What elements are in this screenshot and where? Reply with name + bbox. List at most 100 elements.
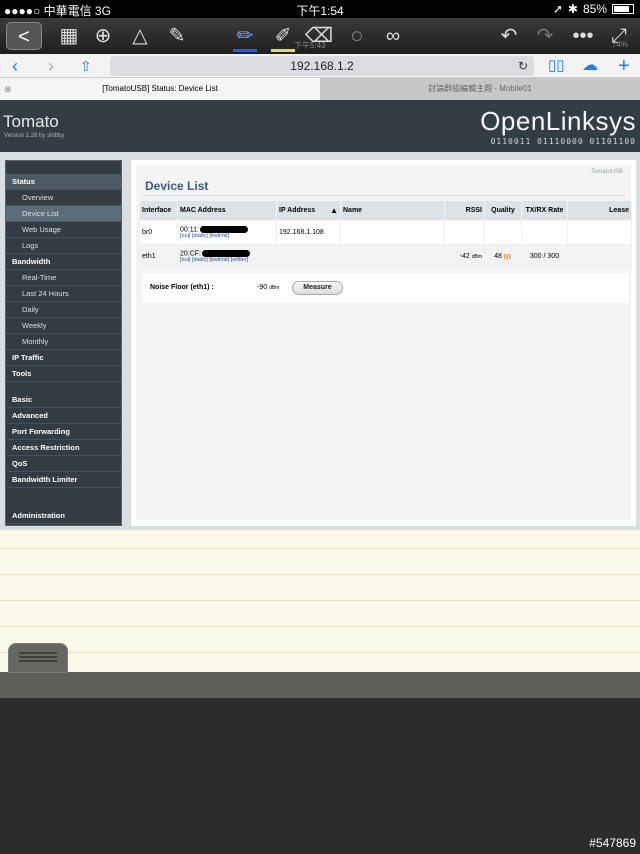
mac-links[interactable]: [oui] [static] [bwlimit] [wfilter]	[180, 257, 274, 263]
col-name[interactable]: Name	[340, 200, 445, 221]
nav-daily[interactable]: Daily	[6, 302, 121, 318]
bookmarks-icon[interactable]: ▯▯	[548, 55, 565, 77]
col-lease[interactable]: Lease	[567, 200, 632, 221]
browser-back-icon[interactable]: ‹	[12, 55, 18, 77]
noise-floor-label: Noise Floor (eth1) :	[150, 284, 214, 291]
url-text: 192.168.1.2	[290, 59, 354, 73]
watermark: #547869	[589, 836, 636, 850]
rssi-value: -42	[459, 253, 470, 260]
edit-icon[interactable]: ✎	[160, 22, 194, 50]
nav-bandwidth[interactable]: Bandwidth	[6, 254, 121, 270]
notepad-edge	[0, 672, 640, 698]
col-quality[interactable]: Quality	[484, 200, 522, 221]
nav-web-usage[interactable]: Web Usage	[6, 222, 121, 238]
mac-value: 20:CF:	[180, 249, 274, 257]
cell-rate: 300 / 300	[521, 244, 568, 269]
nav-port-forwarding[interactable]: Port Forwarding	[6, 424, 121, 440]
col-ip-label: IP Address	[279, 206, 316, 214]
browser-forward-icon[interactable]: ›	[48, 55, 54, 77]
ruled-line	[0, 548, 640, 549]
reload-icon[interactable]: ↻	[518, 56, 528, 76]
glasses-icon[interactable]: ∞	[376, 22, 410, 50]
device-table: Interface MAC Address IP Address ▲ Name R…	[139, 200, 632, 269]
measure-button[interactable]: Measure	[292, 281, 343, 295]
sidebar-nav: Status Overview Device List Web Usage Lo…	[5, 160, 122, 526]
col-interface[interactable]: Interface	[139, 200, 178, 221]
tab-label: 討論群組編輯主題 - Mobile01	[428, 84, 532, 93]
address-bar[interactable]: 192.168.1.2 ↻	[110, 56, 534, 76]
col-rssi[interactable]: RSSI	[444, 200, 485, 221]
new-tab-icon[interactable]: +	[618, 55, 630, 77]
cell-ip	[276, 244, 341, 269]
more-icon[interactable]: •••	[566, 22, 600, 50]
pen-icon[interactable]: ✏	[228, 22, 262, 52]
col-ip-address[interactable]: IP Address ▲	[276, 200, 341, 221]
close-tab-icon[interactable]: ⊗	[4, 78, 12, 100]
rssi-unit: dBm	[471, 254, 482, 260]
lasso-icon[interactable]: ◌	[340, 22, 374, 50]
openlinksys-logo: OpenLinksys	[480, 106, 636, 136]
shapes-icon[interactable]: △	[123, 22, 157, 50]
ruled-line	[0, 652, 640, 653]
noise-unit: dBm	[269, 285, 280, 291]
grip-line	[19, 652, 57, 654]
nav-monthly[interactable]: Monthly	[6, 334, 121, 350]
logo-binary-text: 0110011 01110000 01101100	[490, 137, 636, 146]
grid-icon[interactable]: ▦	[52, 22, 86, 50]
mac-prefix: 00:11:	[180, 226, 199, 234]
nav-status[interactable]: Status	[6, 174, 121, 190]
redo-icon[interactable]: ↷	[528, 22, 562, 50]
table-row: eth1 20:CF: [oui] [static] [bwlimit] [wf…	[139, 244, 632, 269]
add-icon[interactable]: ⊕	[86, 22, 120, 50]
notepad-area[interactable]	[0, 530, 640, 672]
mac-links[interactable]: [oui] [static] [bwlimit]	[180, 233, 274, 239]
nav-access-restriction[interactable]: Access Restriction	[6, 440, 121, 456]
undo-icon[interactable]: ↶	[492, 22, 526, 50]
nav-device-list[interactable]: Device List	[6, 206, 121, 222]
nav-ip-traffic[interactable]: IP Traffic	[6, 350, 121, 366]
back-button[interactable]: <	[6, 22, 42, 50]
nav-last-24-hours[interactable]: Last 24 Hours	[6, 286, 121, 302]
nav-qos[interactable]: QoS	[6, 456, 121, 472]
pen-color-indicator	[233, 49, 257, 52]
nav-real-time[interactable]: Real-Time	[6, 270, 121, 286]
tab-label: [TomatoUSB] Status: Device List	[102, 84, 218, 93]
battery-percent: 85%	[582, 2, 607, 16]
cell-name	[340, 244, 445, 269]
signal-bars-icon	[503, 253, 512, 259]
drag-handle[interactable]	[8, 643, 68, 673]
battery-fill	[614, 6, 630, 12]
ruled-line	[0, 600, 640, 601]
sort-asc-icon: ▲	[330, 205, 338, 215]
battery-icon	[612, 4, 634, 14]
nav-logs[interactable]: Logs	[6, 238, 121, 254]
nav-weekly[interactable]: Weekly	[6, 318, 121, 334]
content-inner: TomatoUSB Device List Interface MAC Addr…	[136, 165, 632, 520]
cell-interface: eth1	[139, 244, 178, 269]
redaction-mark	[199, 225, 248, 233]
share-icon[interactable]: ⇧	[80, 55, 92, 77]
ios-status-bar: ●●●●○ 中華電信 3G 下午1:54 ➚ ✱ 85%	[0, 0, 640, 18]
cloud-tabs-icon[interactable]: ☁	[582, 55, 598, 77]
ruled-line	[0, 574, 640, 575]
col-txrx-rate[interactable]: TX/RX Rate	[521, 200, 568, 221]
cell-mac: 00:11: [oui] [static] [bwlimit]	[177, 220, 277, 245]
grip-line	[19, 656, 57, 658]
nav-administration[interactable]: Administration	[6, 508, 121, 524]
cell-lease	[567, 220, 632, 245]
col-mac-address[interactable]: MAC Address	[177, 200, 277, 221]
router-header: Tomato Version 1.28 by shibby OpenLinksy…	[0, 100, 640, 152]
nav-advanced[interactable]: Advanced	[6, 408, 121, 424]
tab-device-list[interactable]: ⊗ [TomatoUSB] Status: Device List	[0, 78, 320, 100]
table-header-row: Interface MAC Address IP Address ▲ Name R…	[139, 200, 632, 221]
grip-line	[19, 660, 57, 662]
clock: 下午1:54	[296, 4, 344, 18]
cell-mac: 20:CF: [oui] [static] [bwlimit] [wfilter…	[177, 244, 277, 269]
nav-overview[interactable]: Overview	[6, 190, 121, 206]
nav-bandwidth-limiter[interactable]: Bandwidth Limiter	[6, 472, 121, 488]
tab-bar: ⊗ [TomatoUSB] Status: Device List 討論群組編輯…	[0, 78, 640, 100]
nav-basic[interactable]: Basic	[6, 392, 121, 408]
cell-quality	[484, 220, 522, 245]
tab-mobile01[interactable]: 討論群組編輯主題 - Mobile01	[320, 78, 640, 100]
nav-tools[interactable]: Tools	[6, 366, 121, 382]
